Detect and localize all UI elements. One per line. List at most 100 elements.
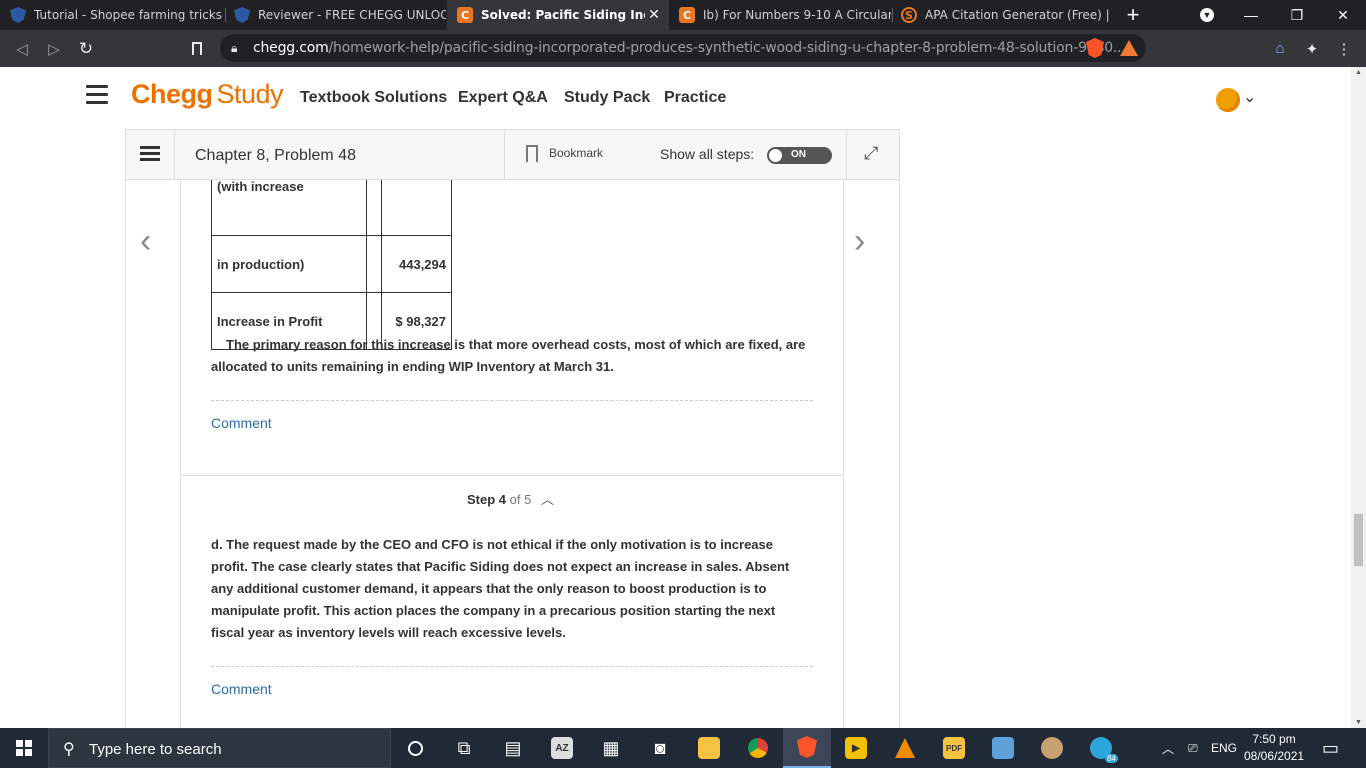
table-cell	[366, 178, 382, 236]
back-icon[interactable]: ◁	[8, 30, 36, 67]
scrollbar-thumb[interactable]	[1354, 514, 1363, 566]
browser-tab[interactable]: S APA Citation Generator (Free) | Ref	[891, 0, 1113, 30]
toggle-label: ON	[791, 149, 806, 160]
browser-tab[interactable]: Reviewer - FREE CHEGG UNLOCKS	[224, 0, 446, 30]
url-text: chegg.com/homework-help/pacific-siding-i…	[253, 40, 1126, 56]
nav-study-pack[interactable]: Study Pack	[564, 89, 650, 107]
tab-title: Tutorial - Shopee farming tricks no	[34, 8, 222, 22]
cortana-icon[interactable]	[391, 728, 439, 768]
menu-icon[interactable]: ⋮	[1330, 30, 1358, 67]
expand-icon[interactable]: ⤢	[864, 143, 878, 164]
avatar[interactable]	[1216, 88, 1240, 112]
player-icon[interactable]: ▶	[832, 728, 880, 768]
restore-button[interactable]: ❐	[1274, 0, 1320, 30]
start-button[interactable]	[0, 728, 48, 768]
search-icon: ⚲	[63, 741, 75, 758]
tab-title: APA Citation Generator (Free) | Ref	[925, 8, 1113, 22]
tab-title: Reviewer - FREE CHEGG UNLOCKS	[258, 8, 446, 22]
comment-link[interactable]: Comment	[211, 415, 272, 431]
telegram-icon[interactable]: 84	[1077, 728, 1125, 768]
game-icon[interactable]	[1028, 728, 1076, 768]
step-header[interactable]: Step 4 of 5 ︿	[467, 489, 554, 508]
list-icon[interactable]	[140, 146, 160, 162]
nav-practice[interactable]: Practice	[664, 89, 726, 107]
toggle-knob	[768, 148, 783, 163]
chevron-up-icon[interactable]: ︿	[541, 492, 554, 507]
task-view-icon[interactable]: ⧉	[440, 728, 488, 768]
dictionary-icon[interactable]: AZ	[538, 728, 586, 768]
table-cell	[366, 235, 382, 293]
divider	[211, 666, 813, 667]
clock-date: 08/06/2021	[1244, 749, 1305, 763]
browser-tab[interactable]: Tutorial - Shopee farming tricks no	[0, 0, 222, 30]
chegg-study-logo[interactable]: Chegg Study	[131, 79, 284, 110]
browser-tab-active[interactable]: C Solved: Pacific Siding Incorpor ✕	[447, 0, 669, 30]
scroll-down-icon[interactable]: ▼	[1355, 719, 1362, 726]
hamburger-menu-icon[interactable]	[86, 85, 108, 104]
table-row: in production) 443,294	[211, 235, 452, 293]
comment-link[interactable]: Comment	[211, 681, 272, 697]
tab-search-button[interactable]: ▼	[1184, 0, 1230, 30]
minimize-button[interactable]: —	[1228, 0, 1274, 30]
solution-toolbar: Chapter 8, Problem 48 Bookmark Show all …	[125, 129, 900, 180]
chevron-down-icon[interactable]: ⌄	[1243, 87, 1256, 107]
close-icon[interactable]: ✕	[645, 7, 663, 23]
file-explorer-icon[interactable]	[685, 728, 733, 768]
camera-icon[interactable]: ◙	[636, 728, 684, 768]
chegg-icon: C	[679, 7, 695, 23]
divider	[211, 400, 813, 401]
tray-chevron-up-icon[interactable]: ︿	[1162, 728, 1174, 768]
translate-icon[interactable]: ⌂	[1266, 30, 1294, 67]
solution-paragraph: d. The request made by the CEO and CFO i…	[211, 537, 790, 640]
windows-logo-icon	[16, 740, 32, 756]
browser-tab[interactable]: C Ib) For Numbers 9-10 A Circular Co	[669, 0, 891, 30]
previous-arrow-icon[interactable]: ‹	[140, 222, 151, 261]
chrome-icon[interactable]	[734, 728, 782, 768]
new-tab-button[interactable]: +	[1110, 0, 1156, 30]
lock-icon: 🔒︎	[231, 41, 238, 55]
notes-icon[interactable]	[979, 728, 1027, 768]
chevron-down-icon: ▼	[1200, 8, 1214, 22]
network-icon[interactable]: ⎚	[1188, 728, 1198, 768]
table-cell: 443,294	[381, 235, 452, 293]
forward-icon[interactable]: ▷	[40, 30, 68, 67]
shield-icon	[10, 7, 26, 23]
tab-title: Ib) For Numbers 9-10 A Circular Co	[703, 8, 891, 22]
shield-icon	[234, 7, 250, 23]
apa-icon: S	[901, 7, 917, 23]
language-indicator[interactable]: ENG	[1211, 728, 1237, 768]
show-steps-label: Show all steps:	[660, 146, 755, 162]
nav-expert-qa[interactable]: Expert Q&A	[458, 89, 548, 107]
reload-icon[interactable]: ↻	[72, 30, 100, 67]
show-steps-toggle[interactable]: ON	[767, 147, 832, 164]
step-label: Step 4	[467, 492, 507, 507]
notification-icon[interactable]: ▭	[1322, 728, 1339, 768]
tab-title: Solved: Pacific Siding Incorpor	[481, 8, 645, 22]
extensions-icon[interactable]: ✦	[1298, 30, 1326, 67]
notepad-icon[interactable]: ▤	[489, 728, 537, 768]
brave-rewards-icon[interactable]	[1120, 40, 1138, 56]
browser-tab-strip: Tutorial - Shopee farming tricks no Revi…	[0, 0, 1366, 30]
chegg-icon: C	[457, 7, 473, 23]
chapter-title: Chapter 8, Problem 48	[195, 147, 356, 164]
pdf-icon[interactable]: PDF	[930, 728, 978, 768]
bookmark-icon[interactable]	[526, 145, 538, 162]
brave-icon[interactable]	[783, 728, 831, 768]
separator	[174, 130, 175, 179]
calculator-icon[interactable]: ▦	[587, 728, 635, 768]
close-window-button[interactable]: ✕	[1320, 0, 1366, 30]
next-arrow-icon[interactable]: ›	[854, 222, 865, 261]
step-divider	[181, 475, 843, 476]
taskbar-search[interactable]: ⚲ Type here to search	[48, 728, 391, 768]
bookmark-page-icon[interactable]	[183, 30, 211, 67]
separator	[846, 130, 847, 179]
page-scrollbar[interactable]: ▲ ▼	[1351, 67, 1366, 728]
taskbar-clock[interactable]: 7:50 pm 08/06/2021	[1244, 731, 1304, 765]
vlc-icon[interactable]	[881, 728, 929, 768]
windows-taskbar: ⚲ Type here to search ⧉ ▤ AZ ▦ ◙ ▶ PDF 8…	[0, 728, 1366, 768]
search-placeholder: Type here to search	[89, 741, 222, 758]
telegram-badge: 84	[1105, 754, 1118, 763]
nav-textbook-solutions[interactable]: Textbook Solutions	[300, 89, 447, 107]
bookmark-button[interactable]: Bookmark	[549, 146, 603, 160]
scroll-up-icon[interactable]: ▲	[1355, 69, 1362, 76]
